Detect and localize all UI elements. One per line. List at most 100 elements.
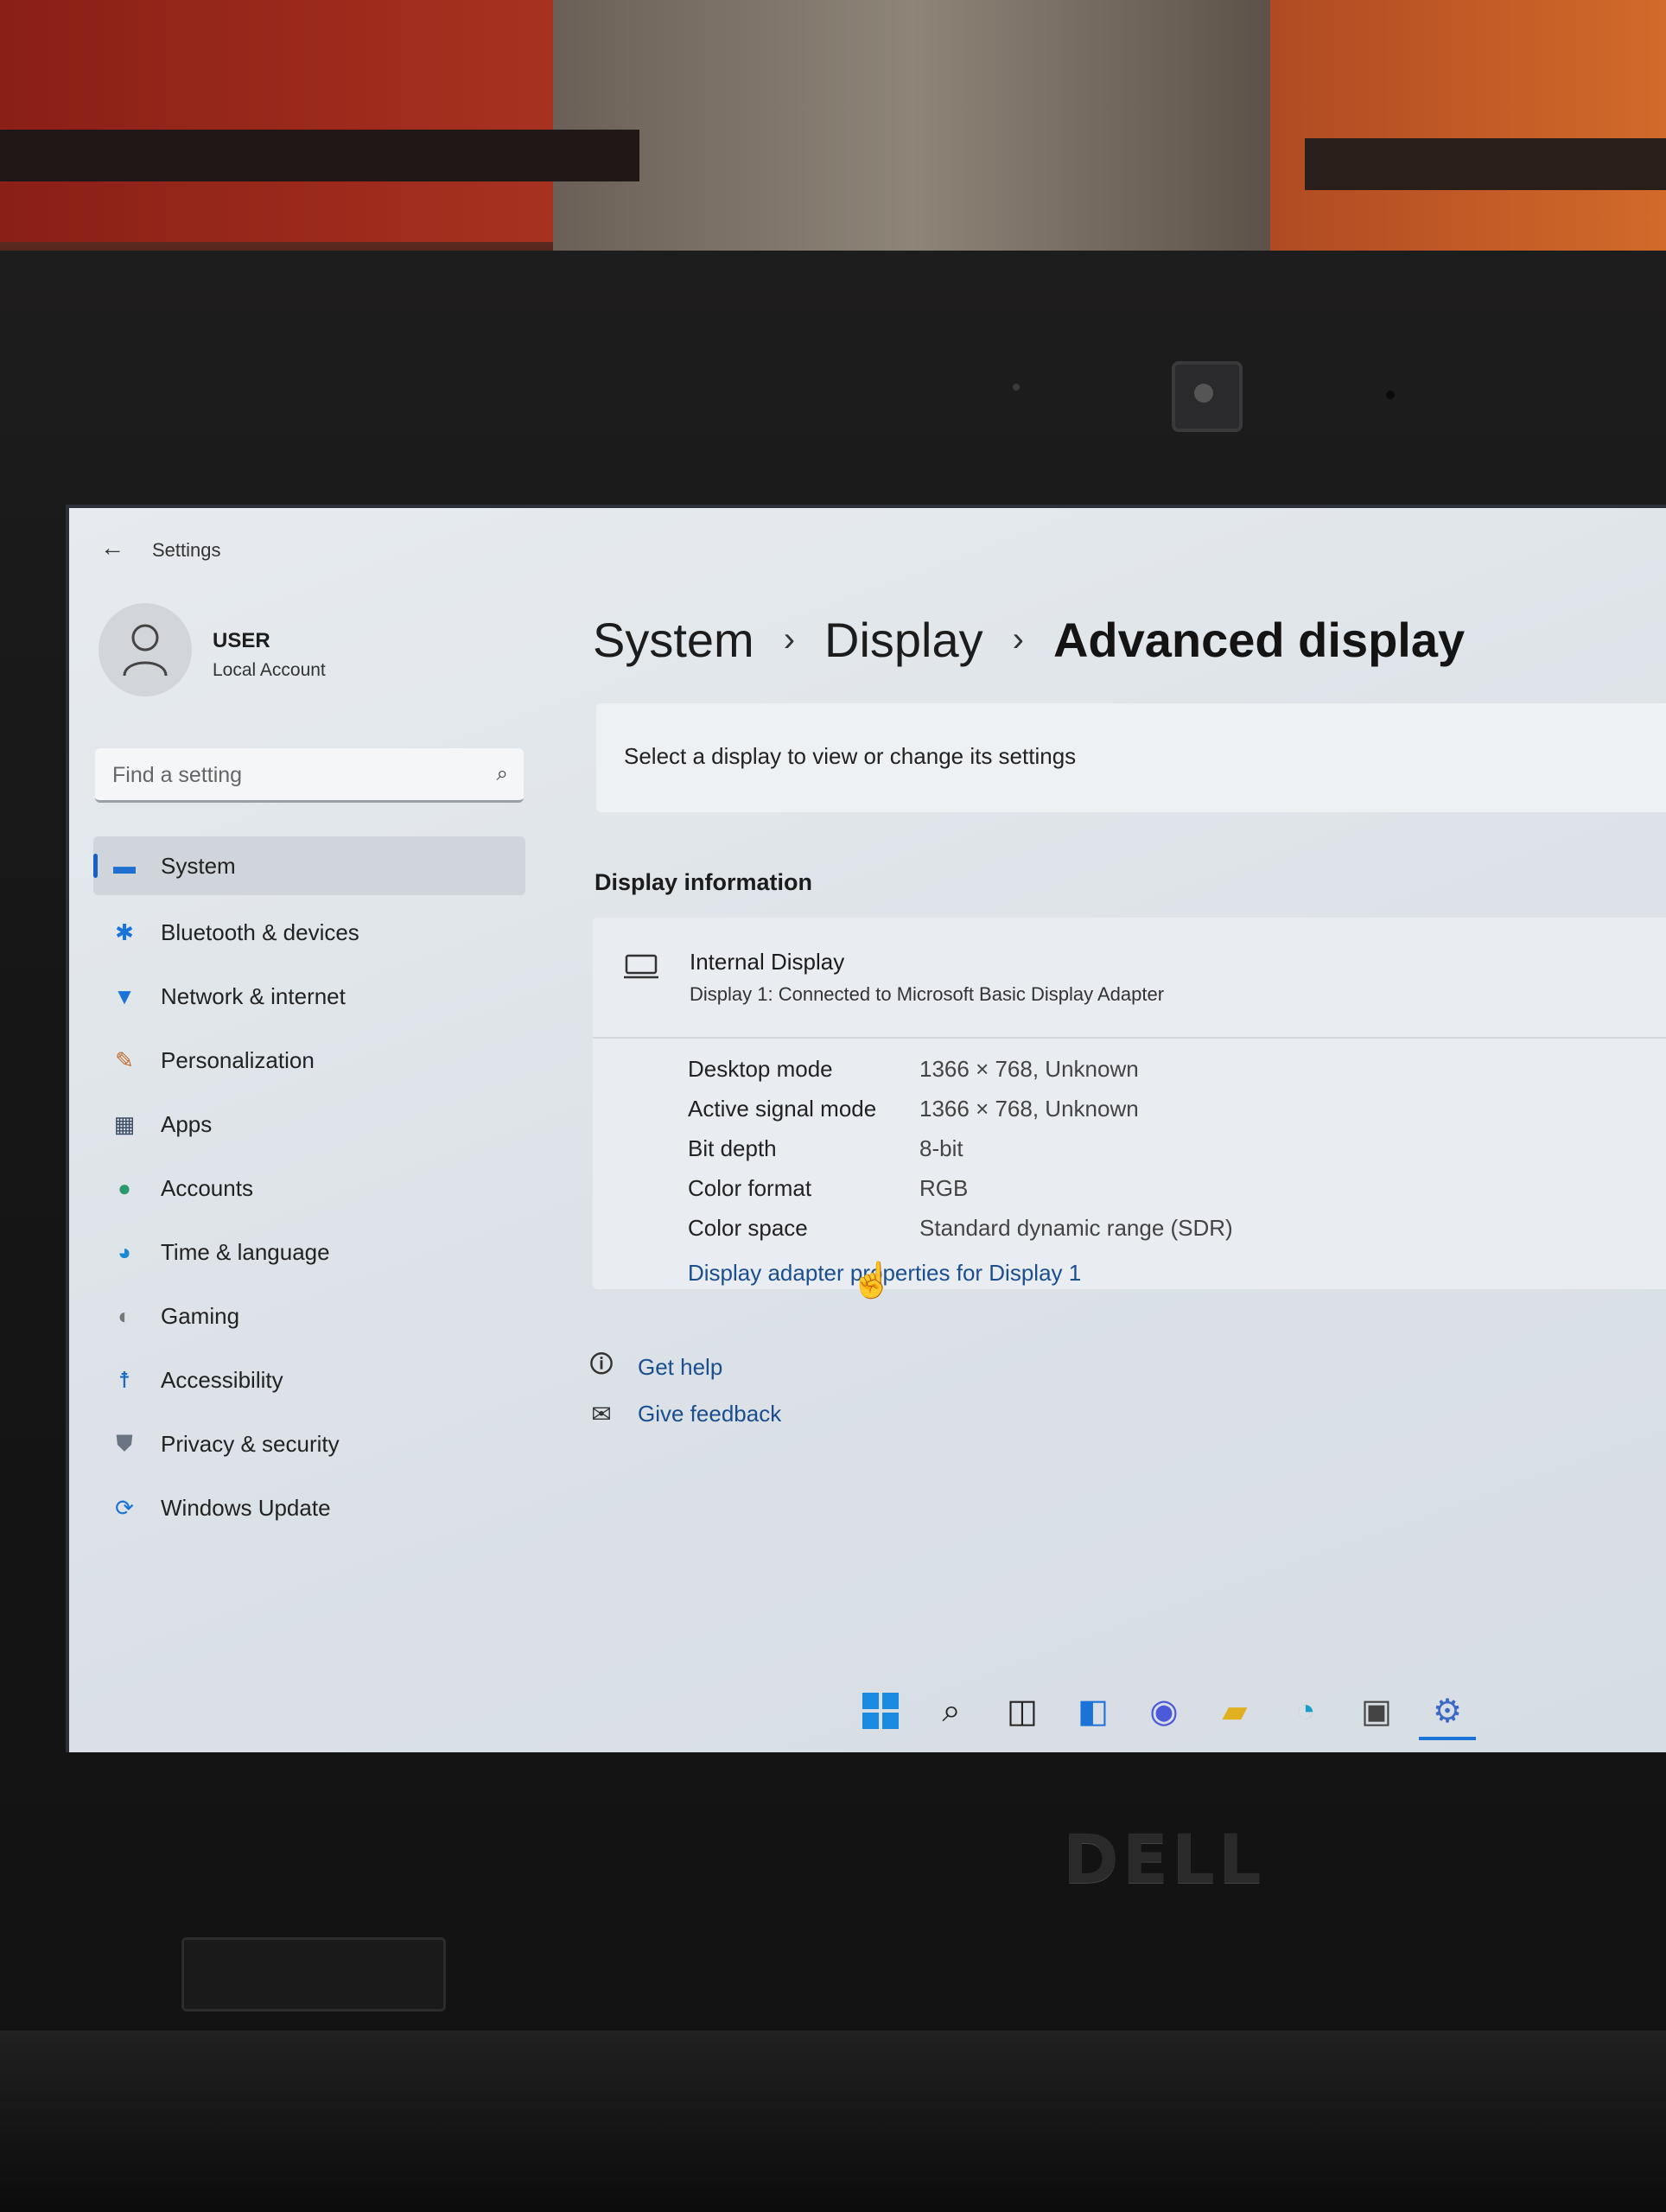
info-value: 1366 × 768, Unknown	[919, 1096, 1139, 1122]
sidebar-item-time-language[interactable]: ◕ Time & language	[93, 1220, 525, 1284]
info-row: Bit depth 8-bit	[688, 1135, 1638, 1170]
file-explorer-icon[interactable]: ▰	[1206, 1685, 1263, 1737]
page-title: Advanced display	[1052, 613, 1466, 667]
app-title: Settings	[152, 539, 221, 561]
get-help-link[interactable]: Get help	[638, 1354, 722, 1381]
store-icon[interactable]: ▣	[1348, 1685, 1405, 1737]
brush-icon: ✎	[115, 1046, 134, 1073]
background-shelf	[0, 130, 639, 181]
sidebar-item-bluetooth[interactable]: ✱ Bluetooth & devices	[93, 900, 525, 964]
info-label: Active signal mode	[688, 1096, 877, 1122]
wifi-icon: ▼	[113, 982, 136, 1009]
sidebar-item-label: Accounts	[161, 1174, 253, 1201]
laptop-hinge	[181, 1937, 446, 2012]
sidebar-nav: ▬ System ✱ Bluetooth & devices ▼ Network…	[93, 836, 525, 1540]
globe-clock-icon: ◕	[118, 1238, 131, 1265]
info-row: Desktop mode 1366 × 768, Unknown	[688, 1056, 1638, 1090]
info-value: RGB	[919, 1175, 969, 1201]
user-account-type: Local Account	[213, 660, 326, 680]
sidebar-item-accessibility[interactable]: ☨ Accessibility	[93, 1348, 525, 1412]
settings-window: ← Settings USER Local Account ⌕ ▬ System…	[66, 505, 1666, 1752]
sidebar-item-label: Windows Update	[161, 1494, 331, 1521]
breadcrumb-separator: ›	[1012, 620, 1024, 658]
sidebar-item-label: Accessibility	[161, 1366, 283, 1393]
info-label: Color space	[688, 1215, 808, 1241]
sidebar-item-label: Gaming	[161, 1302, 240, 1329]
keyboard-edge	[0, 2031, 1666, 2212]
edge-icon[interactable]: ◔	[1277, 1685, 1334, 1737]
person-icon	[123, 624, 168, 677]
sidebar-item-label: Network & internet	[161, 982, 346, 1009]
breadcrumb-system[interactable]: System	[593, 612, 754, 668]
display-name: Internal Display	[690, 949, 845, 975]
laptop-display-icon	[624, 954, 658, 979]
info-label: Color format	[688, 1175, 812, 1201]
taskbar: ⌕ ◫ ◧ ◉ ▰ ◔ ▣ ⚙	[69, 1675, 1666, 1752]
accessibility-icon: ☨	[118, 1366, 131, 1393]
get-help-icon: 🛈	[588, 1351, 614, 1377]
search-box[interactable]: ⌕	[95, 748, 524, 803]
sidebar-item-label: Bluetooth & devices	[161, 918, 359, 945]
shield-icon: ⛊	[116, 1430, 133, 1456]
system-icon: ▬	[113, 852, 136, 879]
sidebar-item-windows-update[interactable]: ⟳ Windows Update	[93, 1476, 525, 1540]
hand-cursor-icon: ☝	[850, 1262, 893, 1300]
breadcrumb-separator: ›	[783, 620, 796, 658]
search-icon[interactable]: ⌕	[923, 1685, 980, 1737]
get-help-row[interactable]: 🛈 Get help	[584, 1346, 723, 1388]
sidebar-item-network[interactable]: ▼ Network & internet	[93, 964, 525, 1028]
info-value: Standard dynamic range (SDR)	[919, 1215, 1233, 1241]
section-title: Display information	[595, 869, 813, 895]
title-bar: ← Settings	[69, 508, 1666, 577]
taskbar-icons: ⌕ ◫ ◧ ◉ ▰ ◔ ▣ ⚙	[852, 1685, 1490, 1740]
update-icon: ⟳	[115, 1494, 134, 1521]
user-name: USER	[213, 629, 270, 652]
sidebar-item-accounts[interactable]: ● Accounts	[93, 1156, 525, 1220]
feedback-icon: ✉	[591, 1401, 612, 1427]
webcam	[1172, 361, 1243, 432]
give-feedback-row[interactable]: ✉ Give feedback	[584, 1400, 781, 1428]
bluetooth-icon: ✱	[115, 918, 134, 945]
sidebar-item-label: Apps	[161, 1110, 213, 1137]
sidebar-item-gaming[interactable]: ◐ Gaming	[93, 1284, 525, 1348]
sidebar-item-personalization[interactable]: ✎ Personalization	[93, 1028, 525, 1092]
display-info-card: Internal Display Display 1: Connected to…	[593, 918, 1666, 1289]
widgets-icon[interactable]: ◧	[1065, 1685, 1122, 1737]
settings-icon[interactable]: ⚙	[1419, 1685, 1476, 1740]
info-row: Active signal mode 1366 × 768, Unknown	[688, 1096, 1638, 1130]
sidebar-item-system[interactable]: ▬ System	[93, 836, 525, 895]
avatar[interactable]	[99, 603, 192, 696]
sidebar-item-apps[interactable]: ▦ Apps	[93, 1092, 525, 1156]
background-shelf-right	[1305, 138, 1666, 190]
give-feedback-link[interactable]: Give feedback	[638, 1401, 781, 1427]
info-value: 1366 × 768, Unknown	[919, 1056, 1139, 1082]
windows-start-icon[interactable]	[852, 1685, 909, 1737]
bezel-sensor	[1013, 384, 1020, 391]
bezel-sensor	[1386, 391, 1395, 399]
back-arrow-icon[interactable]: ←	[100, 534, 124, 562]
divider	[593, 1037, 1666, 1039]
info-label: Bit depth	[688, 1135, 777, 1161]
display-select-card[interactable]: Select a display to view or change its s…	[596, 703, 1666, 812]
breadcrumb-display[interactable]: Display	[824, 612, 983, 668]
background-wall-left	[0, 0, 562, 242]
accounts-icon: ●	[118, 1174, 131, 1201]
display-subtitle: Display 1: Connected to Microsoft Basic …	[690, 983, 1165, 1005]
display-select-text: Select a display to view or change its s…	[624, 743, 1077, 769]
apps-icon: ▦	[113, 1110, 136, 1137]
background-pillar	[553, 0, 1270, 259]
breadcrumb: System › Display › Advanced display	[593, 612, 1465, 668]
sidebar-item-privacy[interactable]: ⛊ Privacy & security	[93, 1412, 525, 1476]
info-row: Color space Standard dynamic range (SDR)	[688, 1215, 1638, 1249]
background-wall-right	[1270, 0, 1666, 259]
info-label: Desktop mode	[688, 1056, 833, 1082]
chat-icon[interactable]: ◉	[1135, 1685, 1192, 1737]
info-row: Color format RGB	[688, 1175, 1638, 1210]
search-input[interactable]	[111, 762, 477, 789]
search-icon[interactable]: ⌕	[497, 762, 508, 786]
gamepad-icon: ◐	[118, 1302, 131, 1329]
sidebar-item-label: Personalization	[161, 1046, 315, 1073]
sidebar-item-label: Time & language	[161, 1238, 330, 1265]
info-value: 8-bit	[919, 1135, 963, 1161]
task-view-icon[interactable]: ◫	[994, 1685, 1051, 1737]
